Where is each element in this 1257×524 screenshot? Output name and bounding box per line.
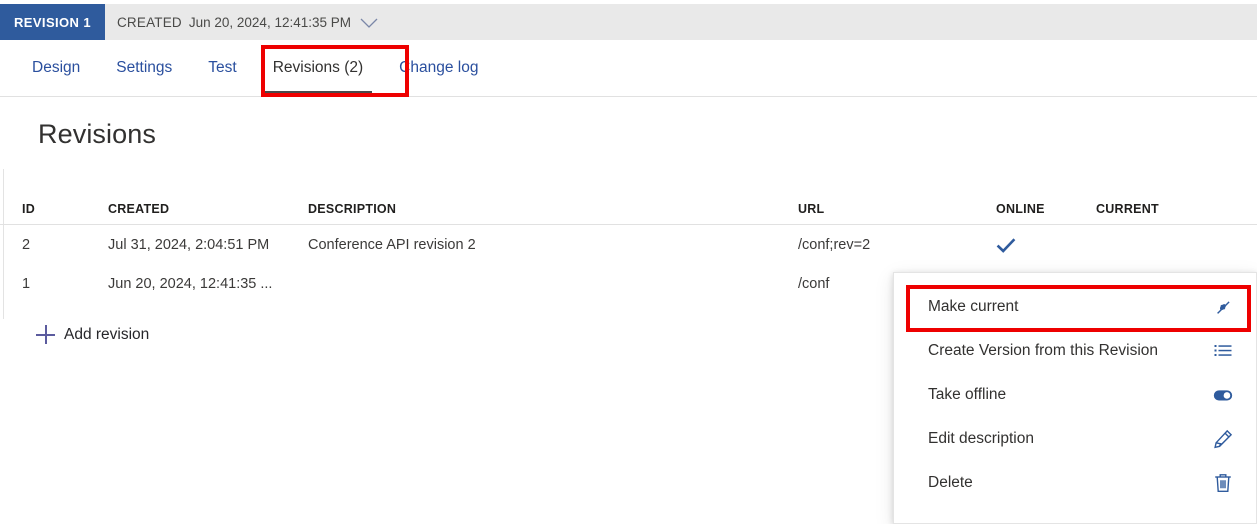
cell-description: Conference API revision 2 [308, 237, 798, 253]
menu-item-make-current[interactable]: Make current [894, 285, 1256, 329]
list-icon [1212, 340, 1234, 362]
tab-design[interactable]: Design [14, 40, 98, 96]
table-header-row: ID CREATED DESCRIPTION URL ONLINE CURREN… [0, 194, 1257, 225]
revision-bar: REVISION 1 CREATED Jun 20, 2024, 12:41:3… [0, 4, 1257, 40]
menu-item-take-offline[interactable]: Take offline [894, 373, 1256, 417]
column-header-url[interactable]: URL [798, 202, 996, 216]
menu-item-label: Delete [928, 474, 973, 492]
created-value: Jun 20, 2024, 12:41:35 PM [189, 15, 351, 30]
page-title: Revisions [38, 119, 156, 150]
tab-settings[interactable]: Settings [98, 40, 190, 96]
menu-item-delete[interactable]: Delete [894, 461, 1256, 505]
plug-icon [1212, 296, 1234, 318]
row-context-menu: Make current Create Version from this Re… [893, 272, 1257, 524]
plus-icon [36, 325, 55, 344]
cell-id: 1 [0, 276, 108, 292]
table-row[interactable]: 2 Jul 31, 2024, 2:04:51 PM Conference AP… [0, 225, 1257, 264]
cell-url: /conf;rev=2 [798, 237, 996, 253]
cell-created: Jun 20, 2024, 12:41:35 ... [108, 276, 308, 292]
toggle-icon [1212, 384, 1234, 406]
menu-item-edit-description[interactable]: Edit description [894, 417, 1256, 461]
revision-badge: REVISION 1 [0, 4, 105, 40]
tab-bar: Design Settings Test Revisions (2) Chang… [0, 40, 1257, 97]
tab-revisions[interactable]: Revisions (2) [255, 40, 381, 96]
column-header-description[interactable]: DESCRIPTION [308, 202, 798, 216]
column-header-id[interactable]: ID [0, 202, 108, 216]
column-header-online[interactable]: ONLINE [996, 202, 1096, 216]
tab-test[interactable]: Test [190, 40, 254, 96]
menu-item-label: Make current [928, 298, 1018, 316]
cell-online [996, 233, 1096, 257]
menu-item-label: Take offline [928, 386, 1006, 404]
cell-id: 2 [0, 237, 108, 253]
menu-item-label: Create Version from this Revision [928, 342, 1158, 360]
revision-created-info[interactable]: CREATED Jun 20, 2024, 12:41:35 PM [105, 4, 380, 40]
checkmark-icon [996, 236, 1014, 254]
menu-item-label: Edit description [928, 430, 1034, 448]
tab-change-log[interactable]: Change log [381, 40, 496, 96]
trash-icon [1212, 472, 1234, 494]
cell-created: Jul 31, 2024, 2:04:51 PM [108, 237, 308, 253]
created-label: CREATED [117, 15, 182, 30]
menu-item-create-version[interactable]: Create Version from this Revision [894, 329, 1256, 373]
add-revision-button[interactable]: Add revision [36, 325, 149, 344]
chevron-down-icon[interactable] [358, 12, 380, 34]
add-revision-label: Add revision [64, 326, 149, 344]
column-header-created[interactable]: CREATED [108, 202, 308, 216]
pencil-icon [1212, 428, 1234, 450]
column-header-current[interactable]: CURRENT [1096, 202, 1216, 216]
